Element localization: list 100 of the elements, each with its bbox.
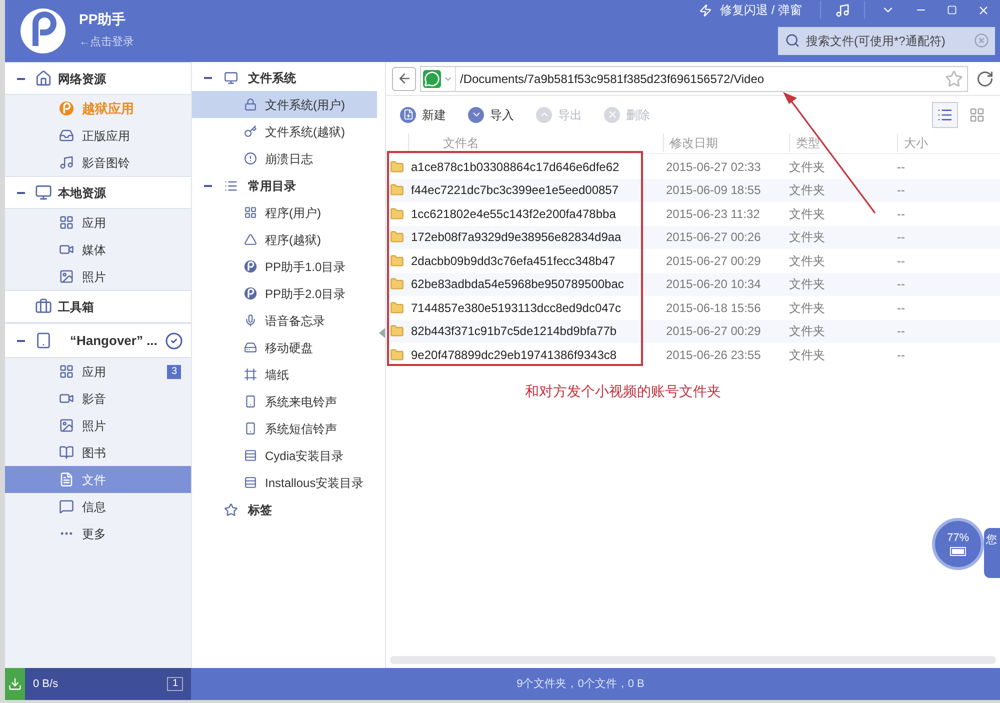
pp-logo-icon — [244, 260, 257, 273]
app-logo-icon — [19, 7, 67, 55]
fix-link[interactable]: 修复闪退 / 弹窗 — [720, 1, 802, 19]
music-icon[interactable] — [835, 2, 850, 18]
table-cell-text: 7144857e380e5193113dcc8ed9dc047c — [410, 300, 622, 317]
tree-item[interactable]: 移动硬盘 — [192, 334, 377, 361]
folder-icon — [390, 300, 404, 315]
table-cell-text: 2015-06-20 10:34 — [665, 276, 762, 294]
tree-item[interactable]: 系统短信铃声 — [192, 415, 377, 442]
lightning-icon — [698, 4, 712, 16]
table-cell-text: 文件夹 — [789, 346, 826, 364]
maximize-icon[interactable] — [947, 5, 957, 15]
file-row[interactable]: f44ec7221dc7bc3c399ee1e5eed00857 2015-06-09 18:55 文件夹 -- — [386, 178, 1000, 202]
image-icon — [59, 418, 74, 433]
refresh-icon[interactable] — [976, 70, 994, 88]
tree-item[interactable]: PP助手2.0目录 — [192, 280, 377, 307]
search-field[interactable]: 搜索文件(可使用*?通配符) — [778, 27, 995, 55]
file-row[interactable]: 82b443f371c91b7c5de1214bd9bfa77b 2015-06-27 00:29 文件夹 -- — [386, 320, 1000, 343]
table-cell-text: 2015-06-27 00:29 — [665, 252, 762, 270]
source-dropdown[interactable] — [423, 66, 456, 90]
close-icon[interactable] — [977, 4, 990, 16]
delete-icon — [604, 106, 620, 122]
chat-app-icon — [423, 70, 441, 88]
tree-item[interactable]: PP助手1.0目录 — [192, 253, 377, 280]
briefcase-icon — [35, 298, 52, 315]
tree-item[interactable]: Installous安装目录 — [192, 469, 377, 496]
sidebar-item[interactable]: 应用 3 — [5, 358, 191, 385]
battery-bubble[interactable]: 77% — [932, 518, 984, 570]
tree-item[interactable]: 系统来电铃声 — [192, 388, 377, 415]
sidebar-item[interactable]: 影音 — [5, 385, 191, 412]
tree-item[interactable]: 程序(用户) — [192, 199, 377, 226]
sidebar-item[interactable]: 应用 — [5, 209, 191, 236]
triangle-icon — [244, 233, 257, 246]
list-view-button[interactable] — [932, 102, 958, 128]
table-cell-text: -- — [897, 300, 905, 317]
table-cell-text: 2015-06-27 00:29 — [665, 323, 762, 340]
back-button[interactable] — [392, 66, 416, 90]
list-icon — [224, 178, 238, 192]
table-cell-text: 9e20f478899dc29eb19741386f9343c8 — [410, 346, 618, 364]
path-text: /Documents/7a9b581f53c9581f385d23f696156572/Video — [460, 70, 764, 88]
table-cell-text: 2015-06-27 00:26 — [665, 229, 762, 246]
table-cell-text: 文件夹 — [789, 206, 826, 223]
table-cell-text: 172eb08f7a9329d9e38956e82834d9aa — [410, 229, 622, 246]
task-count[interactable]: 1 — [167, 677, 183, 691]
sidebar-item[interactable]: 照片 — [5, 263, 191, 290]
frame-icon — [244, 368, 257, 381]
sidebar-item[interactable]: 图书 — [5, 439, 191, 466]
table-cell-text: 62be83adbda54e5968be950789500bac — [410, 276, 625, 294]
sidebar-item[interactable]: 照片 — [5, 412, 191, 439]
file-row[interactable]: 172eb08f7a9329d9e38956e82834d9aa 2015-06-27 00:26 文件夹 -- — [386, 226, 1000, 249]
table-cell-text: 文件夹 — [789, 158, 826, 176]
grid-icon — [59, 364, 74, 379]
phone-icon — [244, 395, 257, 408]
star-icon — [224, 502, 238, 516]
sidebar-group[interactable]: 网络资源 — [5, 62, 191, 95]
sidebar-item[interactable]: 信息 — [5, 493, 191, 520]
tree-item[interactable]: 语音备忘录 — [192, 307, 377, 334]
notice-tab[interactable]: 您 — [984, 528, 1000, 578]
tree-item[interactable]: 程序(越狱) — [192, 226, 377, 253]
monitor-icon — [35, 184, 52, 201]
tree-item[interactable]: Cydia安装目录 — [192, 442, 377, 469]
document-icon — [59, 472, 74, 487]
folder-icon — [390, 277, 404, 292]
tree-item[interactable]: 崩溃日志 — [192, 145, 377, 172]
tree-item[interactable]: 文件系统(越狱) — [192, 118, 377, 145]
tree-group[interactable]: 常用目录 — [192, 172, 385, 199]
table-cell-text: 2dacbb09b9dd3c76efa451fecc348b47 — [410, 252, 616, 270]
star-icon[interactable] — [945, 70, 963, 88]
new-icon — [400, 106, 416, 122]
table-cell-text: 文件夹 — [789, 276, 826, 294]
toolbar-button[interactable]: 新建 — [400, 106, 446, 124]
table-cell-text: -- — [897, 252, 905, 270]
app-name: PP助手 — [79, 10, 127, 29]
tree-group[interactable]: 文件系统 — [192, 64, 385, 91]
table-cell-text: 2015-06-26 23:55 — [665, 346, 762, 364]
table-cell-text: -- — [897, 346, 905, 364]
sidebar-item[interactable]: 更多 — [5, 520, 191, 547]
path-field[interactable]: /Documents/7a9b581f53c9581f385d23f696156572/Video — [420, 66, 968, 92]
sidebar-group[interactable]: 本地资源 — [5, 176, 191, 209]
table-cell-text: 82b443f371c91b7c5de1214bd9bfa77b — [410, 323, 618, 340]
table-cell-text: 2015-06-27 02:33 — [665, 158, 762, 176]
count-badge: 3 — [167, 364, 181, 378]
sidebar-item[interactable]: 正版应用 — [5, 122, 191, 149]
chat-icon — [59, 499, 74, 514]
sidebar-group[interactable]: “Hangover” ... — [5, 323, 191, 358]
sidebar-item[interactable]: 媒体 — [5, 236, 191, 263]
sidebar-group[interactable]: 工具箱 — [5, 290, 191, 323]
video-icon — [59, 391, 74, 406]
file-row[interactable]: 62be83adbda54e5968be950789500bac 2015-06-20 10:34 文件夹 -- — [386, 272, 1000, 296]
speed-text: 0 B/s — [33, 676, 58, 692]
lines-icon — [244, 476, 257, 489]
toolbar-button[interactable]: 导入 — [468, 106, 514, 124]
table-cell-text: 2015-06-23 11:32 — [665, 206, 761, 223]
tree-item[interactable]: 墙纸 — [192, 361, 377, 388]
grid-icon — [969, 106, 985, 122]
sidebar-item[interactable]: 影音图铃 — [5, 149, 191, 176]
tree-item[interactable]: 文件系统(用户) — [192, 91, 377, 118]
table-cell-text: -- — [897, 276, 905, 294]
folder-icon — [390, 206, 404, 221]
tree-group[interactable]: 标签 — [192, 496, 385, 523]
